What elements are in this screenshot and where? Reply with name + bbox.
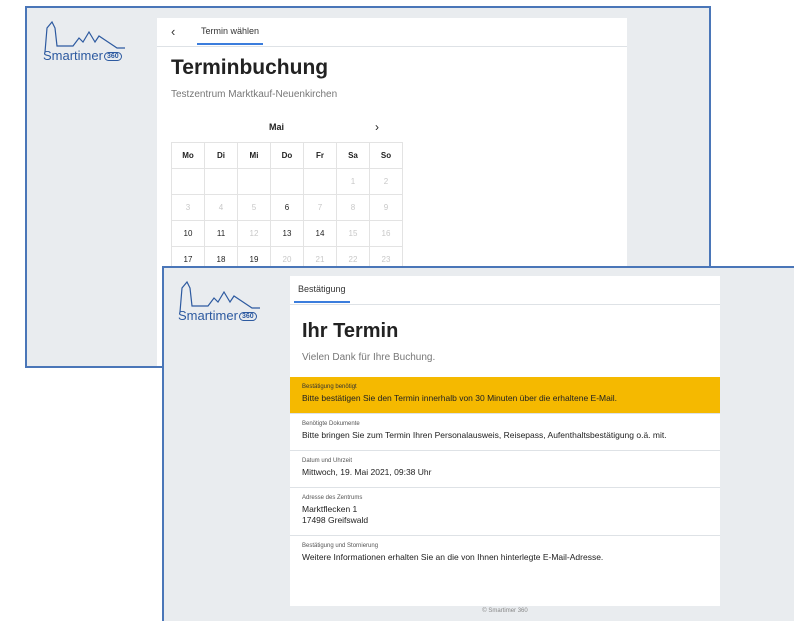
logo-badge: 360 bbox=[238, 312, 257, 321]
weekday-header: Fr bbox=[303, 142, 337, 169]
weekday-header: So bbox=[369, 142, 403, 169]
page-title: Ihr Termin bbox=[302, 320, 399, 342]
address-row: Adresse des Zentrums Marktflecken 1 1749… bbox=[290, 487, 720, 535]
smartimer-logo: Smartimer 360 bbox=[178, 278, 278, 328]
logo-text: Smartimer bbox=[178, 308, 238, 323]
calendar-day bbox=[237, 168, 271, 195]
row-label: Bestätigung benötigt bbox=[302, 384, 357, 390]
skyline-icon bbox=[179, 280, 260, 312]
weekday-header: Di bbox=[204, 142, 238, 169]
confirmation-screenshot: Smartimer 360 Bestätigung Ihr Termin Viel… bbox=[162, 266, 794, 621]
row-label: Bestätigung und Stornierung bbox=[302, 543, 379, 549]
row-label: Adresse des Zentrums bbox=[302, 495, 363, 501]
booking-tabs: ‹ Termin wählen bbox=[157, 18, 627, 47]
row-value: Marktflecken 1 bbox=[302, 504, 358, 514]
skyline-icon bbox=[44, 20, 125, 52]
chevron-right-icon[interactable]: › bbox=[375, 120, 379, 134]
calendar-day: 15 bbox=[336, 220, 370, 247]
calendar-day: 7 bbox=[303, 194, 337, 221]
row-label: Benötigte Dokumente bbox=[302, 421, 360, 427]
calendar-week: 3456789 bbox=[171, 194, 403, 221]
calendar-day bbox=[270, 168, 304, 195]
row-label: Datum und Uhrzeit bbox=[302, 458, 353, 464]
calendar-day: 3 bbox=[171, 194, 205, 221]
confirmation-required-alert: Bestätigung benötigt Bitte bestätigen Si… bbox=[290, 377, 720, 413]
tab-termin-waehlen[interactable]: Termin wählen bbox=[197, 18, 264, 45]
calendar-day: 16 bbox=[369, 220, 403, 247]
confirmation-tabs: Bestätigung bbox=[290, 276, 720, 305]
calendar-week: 12 bbox=[171, 168, 403, 195]
date-time-row: Datum und Uhrzeit Mittwoch, 19. Mai 2021… bbox=[290, 450, 720, 487]
calendar-day: 9 bbox=[369, 194, 403, 221]
page-title: Terminbuchung bbox=[171, 56, 329, 79]
weekday-header: Do bbox=[270, 142, 304, 169]
cancellation-row: Bestätigung und Stornierung Weitere Info… bbox=[290, 535, 720, 575]
chevron-left-icon[interactable]: ‹ bbox=[171, 24, 175, 39]
calendar-day: 12 bbox=[237, 220, 271, 247]
calendar-day bbox=[171, 168, 205, 195]
footer-copyright: © Smartimer 360 bbox=[482, 608, 528, 614]
weekday-header: Sa bbox=[336, 142, 370, 169]
calendar-day[interactable]: 10 bbox=[171, 220, 205, 247]
weekday-header: Mi bbox=[237, 142, 271, 169]
calendar-day[interactable]: 6 bbox=[270, 194, 304, 221]
calendar-day: 2 bbox=[369, 168, 403, 195]
tab-bestaetigung[interactable]: Bestätigung bbox=[294, 276, 350, 303]
calendar-week: 10 11 12 13 14 15 16 bbox=[171, 220, 403, 247]
calendar-day[interactable]: 13 bbox=[270, 220, 304, 247]
logo-badge: 360 bbox=[103, 52, 122, 61]
smartimer-logo: Smartimer 360 bbox=[43, 18, 143, 68]
thank-you-text: Vielen Dank für Ihre Buchung. bbox=[302, 352, 436, 363]
row-value-line2: 17498 Greifswald bbox=[302, 515, 369, 525]
calendar-day: 1 bbox=[336, 168, 370, 195]
calendar-day: 5 bbox=[237, 194, 271, 221]
calendar-day[interactable]: 14 bbox=[303, 220, 337, 247]
center-name: Testzentrum Marktkauf-Neuenkirchen bbox=[171, 89, 338, 100]
row-value: Bitte bringen Sie zum Termin Ihren Perso… bbox=[302, 430, 667, 440]
row-value: Bitte bestätigen Sie den Termin innerhal… bbox=[302, 393, 618, 403]
calendar-day bbox=[303, 168, 337, 195]
calendar-day: 8 bbox=[336, 194, 370, 221]
confirmation-card: Bestätigung Ihr Termin Vielen Dank für I… bbox=[290, 276, 720, 606]
calendar-month: Mai bbox=[269, 122, 285, 132]
row-value: Mittwoch, 19. Mai 2021, 09:38 Uhr bbox=[302, 467, 432, 477]
weekday-header: Mo bbox=[171, 142, 205, 169]
calendar-day[interactable]: 11 bbox=[204, 220, 238, 247]
calendar-day: 4 bbox=[204, 194, 238, 221]
logo-text: Smartimer bbox=[43, 48, 103, 63]
row-value: Weitere Informationen erhalten Sie an di… bbox=[302, 552, 604, 562]
documents-row: Benötigte Dokumente Bitte bringen Sie zu… bbox=[290, 413, 720, 450]
calendar-day bbox=[204, 168, 238, 195]
